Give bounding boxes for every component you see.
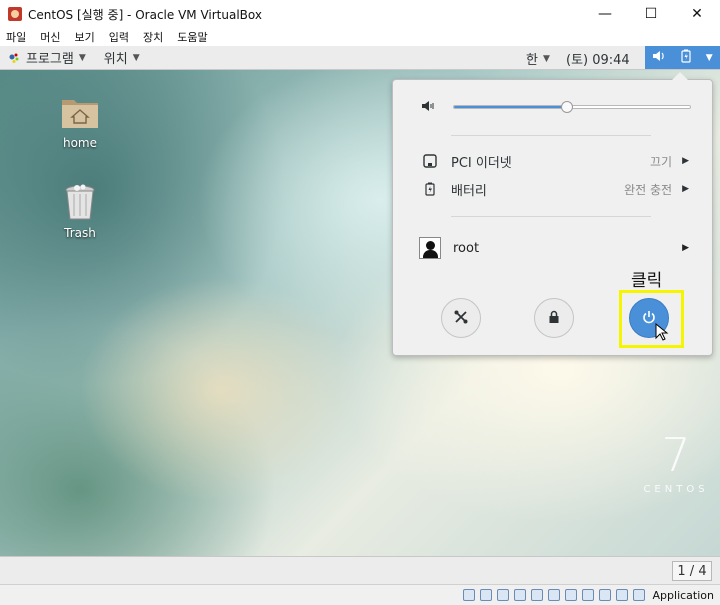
chevron-down-icon: ▼ [132, 52, 140, 63]
applications-menu[interactable]: 프로그램 ▼ [8, 48, 86, 67]
cpu-icon[interactable] [598, 589, 611, 601]
clock[interactable]: (토) 09:44 [566, 49, 630, 68]
desktop-icon-home[interactable]: home [45, 92, 115, 150]
mouse-cursor-icon [655, 322, 669, 344]
places-menu[interactable]: 위치 ▼ [104, 48, 140, 67]
chevron-down-icon: ▼ [705, 52, 713, 63]
volume-icon [652, 50, 666, 65]
input-method-indicator[interactable]: 한 ▼ [526, 49, 550, 68]
optical-drive-icon[interactable] [479, 589, 492, 601]
volume-low-icon [421, 99, 435, 116]
click-annotation: 클릭 [631, 271, 663, 291]
battery-menu-item[interactable]: 배터리 완전 충전 ▶ [423, 178, 689, 200]
separator [451, 135, 651, 136]
host-key-label: Application [652, 588, 714, 602]
vbox-menubar: 파일 머신 보기 입력 장치 도움말 [0, 28, 720, 46]
trash-icon [60, 182, 100, 222]
user-name: root [453, 240, 480, 256]
volume-slider-handle[interactable] [561, 101, 574, 113]
video-capture-icon[interactable] [581, 589, 594, 601]
watermark-text: CENTOS [643, 484, 709, 495]
network-wired-icon [423, 154, 437, 168]
settings-button[interactable] [441, 298, 481, 338]
window-controls: — ☐ ✕ [582, 0, 720, 28]
desktop-icon-label: home [62, 136, 98, 150]
volume-slider[interactable] [453, 101, 691, 113]
hard-disk-icon[interactable] [462, 589, 475, 601]
applications-label: 프로그램 [26, 52, 74, 67]
chevron-right-icon: ▶ [682, 243, 689, 253]
audio-icon[interactable] [496, 589, 509, 601]
system-status-menu[interactable]: ▼ [645, 46, 720, 69]
shared-folders-icon[interactable] [547, 589, 560, 601]
menu-help[interactable]: 도움말 [177, 29, 207, 45]
places-label: 위치 [103, 52, 128, 67]
host-key-icon[interactable] [632, 589, 645, 601]
gnome-top-bar: 프로그램 ▼ 위치 ▼ 한 ▼ (토) 09:44 ▼ [0, 46, 720, 70]
settings-tools-icon [453, 309, 469, 328]
workspace-indicator[interactable]: 1 / 4 [672, 561, 712, 581]
battery-icon [681, 49, 691, 66]
menu-machine[interactable]: 머신 [40, 29, 60, 45]
menu-devices[interactable]: 장치 [143, 29, 163, 45]
minimize-button[interactable]: — [582, 0, 628, 28]
separator [451, 216, 651, 217]
input-method-label: 한 [526, 53, 538, 68]
battery-icon [423, 182, 437, 196]
network-label: PCI 이더넷 [451, 155, 512, 171]
user-menu-item[interactable]: root ▶ [419, 236, 689, 260]
desktop-icon-trash[interactable]: Trash [45, 182, 115, 240]
maximize-button[interactable]: ☐ [628, 0, 674, 28]
home-folder-icon [60, 92, 100, 132]
menu-input[interactable]: 입력 [109, 29, 129, 45]
battery-state: 완전 충전 [624, 182, 673, 197]
network-icon[interactable] [513, 589, 526, 601]
vbox-statusbar: Application [0, 584, 720, 605]
system-menu-popup: PCI 이더넷 끄기 ▶ 배터리 완전 충전 ▶ root ▶ 클릭 [392, 72, 713, 356]
window-title: CentOS [실행 중] - Oracle VM VirtualBox [28, 7, 262, 22]
gnome-bottom-bar: 1 / 4 [0, 556, 720, 584]
network-state: 끄기 [649, 154, 673, 169]
desktop-icon-label: Trash [64, 226, 96, 240]
gnome-foot-icon [8, 52, 20, 64]
watermark-number: 7 [661, 428, 691, 482]
chevron-right-icon: ▶ [682, 156, 689, 166]
menu-file[interactable]: 파일 [6, 29, 26, 45]
volume-row [417, 96, 697, 116]
volume-slider-fill [454, 106, 568, 108]
display-icon[interactable] [564, 589, 577, 601]
close-button[interactable]: ✕ [674, 0, 720, 28]
user-avatar-icon [419, 237, 441, 259]
window-titlebar: CentOS [실행 중] - Oracle VM VirtualBox — ☐… [0, 0, 720, 28]
menu-view[interactable]: 보기 [75, 29, 95, 45]
lock-button[interactable] [534, 298, 574, 338]
usb-icon[interactable] [530, 589, 543, 601]
network-menu-item[interactable]: PCI 이더넷 끄기 ▶ [423, 150, 689, 172]
chevron-down-icon: ▼ [542, 53, 550, 64]
lock-icon [548, 310, 560, 327]
mouse-integration-icon[interactable] [615, 589, 628, 601]
battery-label: 배터리 [451, 183, 487, 199]
virtualbox-app-icon [8, 7, 22, 21]
centos-watermark: 7 CENTOS [636, 430, 716, 495]
chevron-right-icon: ▶ [682, 184, 689, 194]
chevron-down-icon: ▼ [78, 52, 86, 63]
